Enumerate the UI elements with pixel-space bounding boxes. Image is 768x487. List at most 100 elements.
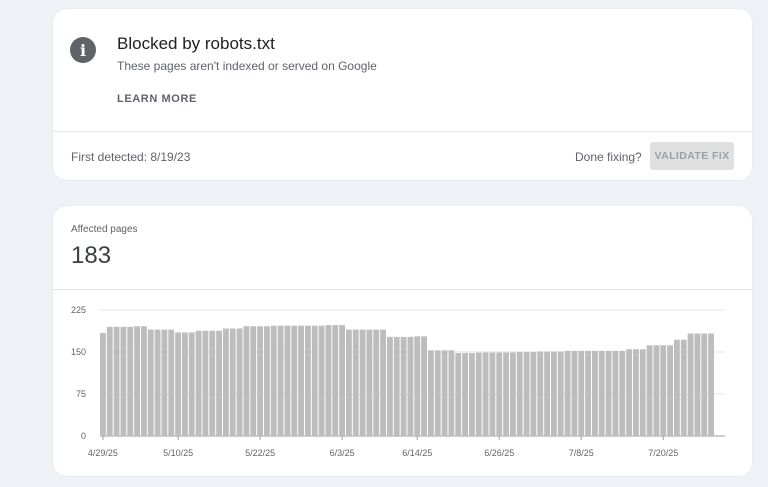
chart-bar[interactable] [428, 350, 434, 436]
chart-bar[interactable] [120, 326, 127, 436]
chart-bar[interactable] [544, 351, 550, 436]
chart-bar[interactable] [359, 329, 366, 436]
chart-bar[interactable] [626, 349, 632, 436]
chart-bar[interactable] [175, 332, 181, 436]
done-fixing-text: Done fixing? [575, 150, 642, 164]
chart-bar[interactable] [646, 345, 653, 436]
chart-bar[interactable] [694, 333, 701, 436]
chart-bar[interactable] [195, 330, 202, 436]
chart-bar[interactable] [298, 325, 304, 436]
chart-bar[interactable] [503, 352, 509, 436]
chart-bar[interactable] [674, 339, 680, 436]
chart-bar[interactable] [455, 353, 462, 436]
affected-pages-chart: 0 75 150 225 4/29/25 5/10/25 5/22/25 6/3/25 6/14… [71, 305, 725, 458]
chart-bar[interactable] [202, 330, 209, 436]
chart-bar[interactable] [277, 325, 284, 436]
chart-bar[interactable] [154, 329, 161, 436]
chart-bar[interactable] [489, 352, 496, 436]
x-tick-label: 6/3/25 [330, 448, 355, 458]
chart-bar[interactable] [510, 352, 516, 436]
chart-bar[interactable] [482, 352, 489, 436]
chart-bar[interactable] [598, 350, 605, 436]
chart-bar[interactable] [250, 326, 257, 436]
chart-bar[interactable] [352, 329, 359, 436]
chart-bar[interactable] [578, 350, 585, 436]
chart-bar[interactable] [366, 329, 373, 436]
chart-bar[interactable] [393, 336, 400, 436]
chart-bar[interactable] [305, 325, 311, 436]
chart-bar[interactable] [434, 350, 441, 436]
chart-bar[interactable] [667, 345, 673, 436]
validate-fix-button[interactable]: VALIDATE FIX [650, 142, 734, 170]
chart-bar[interactable] [496, 352, 503, 436]
chart-bar[interactable] [168, 329, 175, 436]
chart-bar[interactable] [687, 333, 694, 436]
x-tick-label: 4/29/25 [88, 448, 118, 458]
chart-bar[interactable] [414, 336, 421, 436]
chart-bar[interactable] [633, 349, 639, 436]
chart-bar[interactable] [339, 325, 345, 436]
chart-bar[interactable] [106, 326, 113, 436]
issue-title: Blocked by robots.txt [117, 34, 275, 53]
chart-bar[interactable] [469, 353, 475, 436]
chart-bar[interactable] [236, 328, 243, 436]
chart-bar[interactable] [264, 326, 270, 436]
chart-bar[interactable] [318, 325, 325, 436]
chart-bar[interactable] [516, 352, 523, 436]
chart-bar[interactable] [270, 325, 277, 436]
chart-bar[interactable] [257, 326, 263, 436]
chart-bar[interactable] [311, 325, 318, 436]
chart-bar[interactable] [605, 350, 612, 436]
chart-bar[interactable] [380, 329, 386, 436]
chart-bar[interactable] [127, 326, 134, 436]
chart-bar[interactable] [147, 329, 154, 436]
chart-bar[interactable] [680, 339, 687, 436]
chart-bar[interactable] [229, 328, 236, 436]
chart-bar[interactable] [523, 352, 530, 436]
chart-bar[interactable] [475, 352, 482, 436]
chart-bar[interactable] [530, 352, 537, 436]
chart-bar[interactable] [188, 332, 195, 436]
chart-bar[interactable] [387, 336, 393, 436]
chart-bar[interactable] [325, 325, 332, 436]
chart-bar[interactable] [134, 326, 140, 436]
chart-bar[interactable] [564, 350, 571, 436]
chart-bar[interactable] [462, 353, 468, 436]
chart-bar[interactable] [400, 336, 407, 436]
chart-bar[interactable] [639, 349, 646, 436]
chart-bar[interactable] [585, 350, 591, 436]
chart-bar[interactable] [216, 330, 222, 436]
chart-bar[interactable] [243, 326, 250, 436]
chart-bar[interactable] [141, 326, 147, 436]
chart-bar[interactable] [373, 329, 380, 436]
chart-bar[interactable] [612, 350, 619, 436]
chart-bar[interactable] [100, 332, 106, 436]
chart-bar[interactable] [182, 332, 188, 436]
y-tick-label: 150 [71, 347, 86, 357]
chart-bar[interactable] [708, 333, 714, 436]
issue-card: i Blocked by robots.txt These pages aren… [53, 9, 752, 180]
chart-bar[interactable] [448, 350, 455, 436]
chart-bar[interactable] [291, 325, 298, 436]
chart-bar[interactable] [571, 350, 578, 436]
chart-bar[interactable] [223, 328, 229, 436]
chart-bar[interactable] [653, 345, 660, 436]
learn-more-link[interactable]: LEARN MORE [117, 93, 197, 105]
chart-bar[interactable] [441, 350, 448, 436]
chart-bar[interactable] [557, 351, 564, 436]
chart-bar[interactable] [346, 329, 352, 436]
chart-bar[interactable] [551, 351, 557, 436]
chart-bar[interactable] [701, 333, 708, 436]
chart-bar[interactable] [660, 345, 667, 436]
chart-bar[interactable] [537, 351, 544, 436]
y-tick-label: 0 [81, 431, 86, 441]
chart-bar[interactable] [592, 350, 598, 436]
chart-bar[interactable] [284, 325, 291, 436]
chart-bar[interactable] [209, 330, 216, 436]
chart-bar[interactable] [332, 325, 339, 436]
chart-bar[interactable] [421, 336, 427, 436]
chart-bar[interactable] [161, 329, 168, 436]
chart-bar[interactable] [619, 350, 626, 436]
chart-bar[interactable] [407, 336, 414, 436]
chart-bar[interactable] [113, 326, 120, 436]
